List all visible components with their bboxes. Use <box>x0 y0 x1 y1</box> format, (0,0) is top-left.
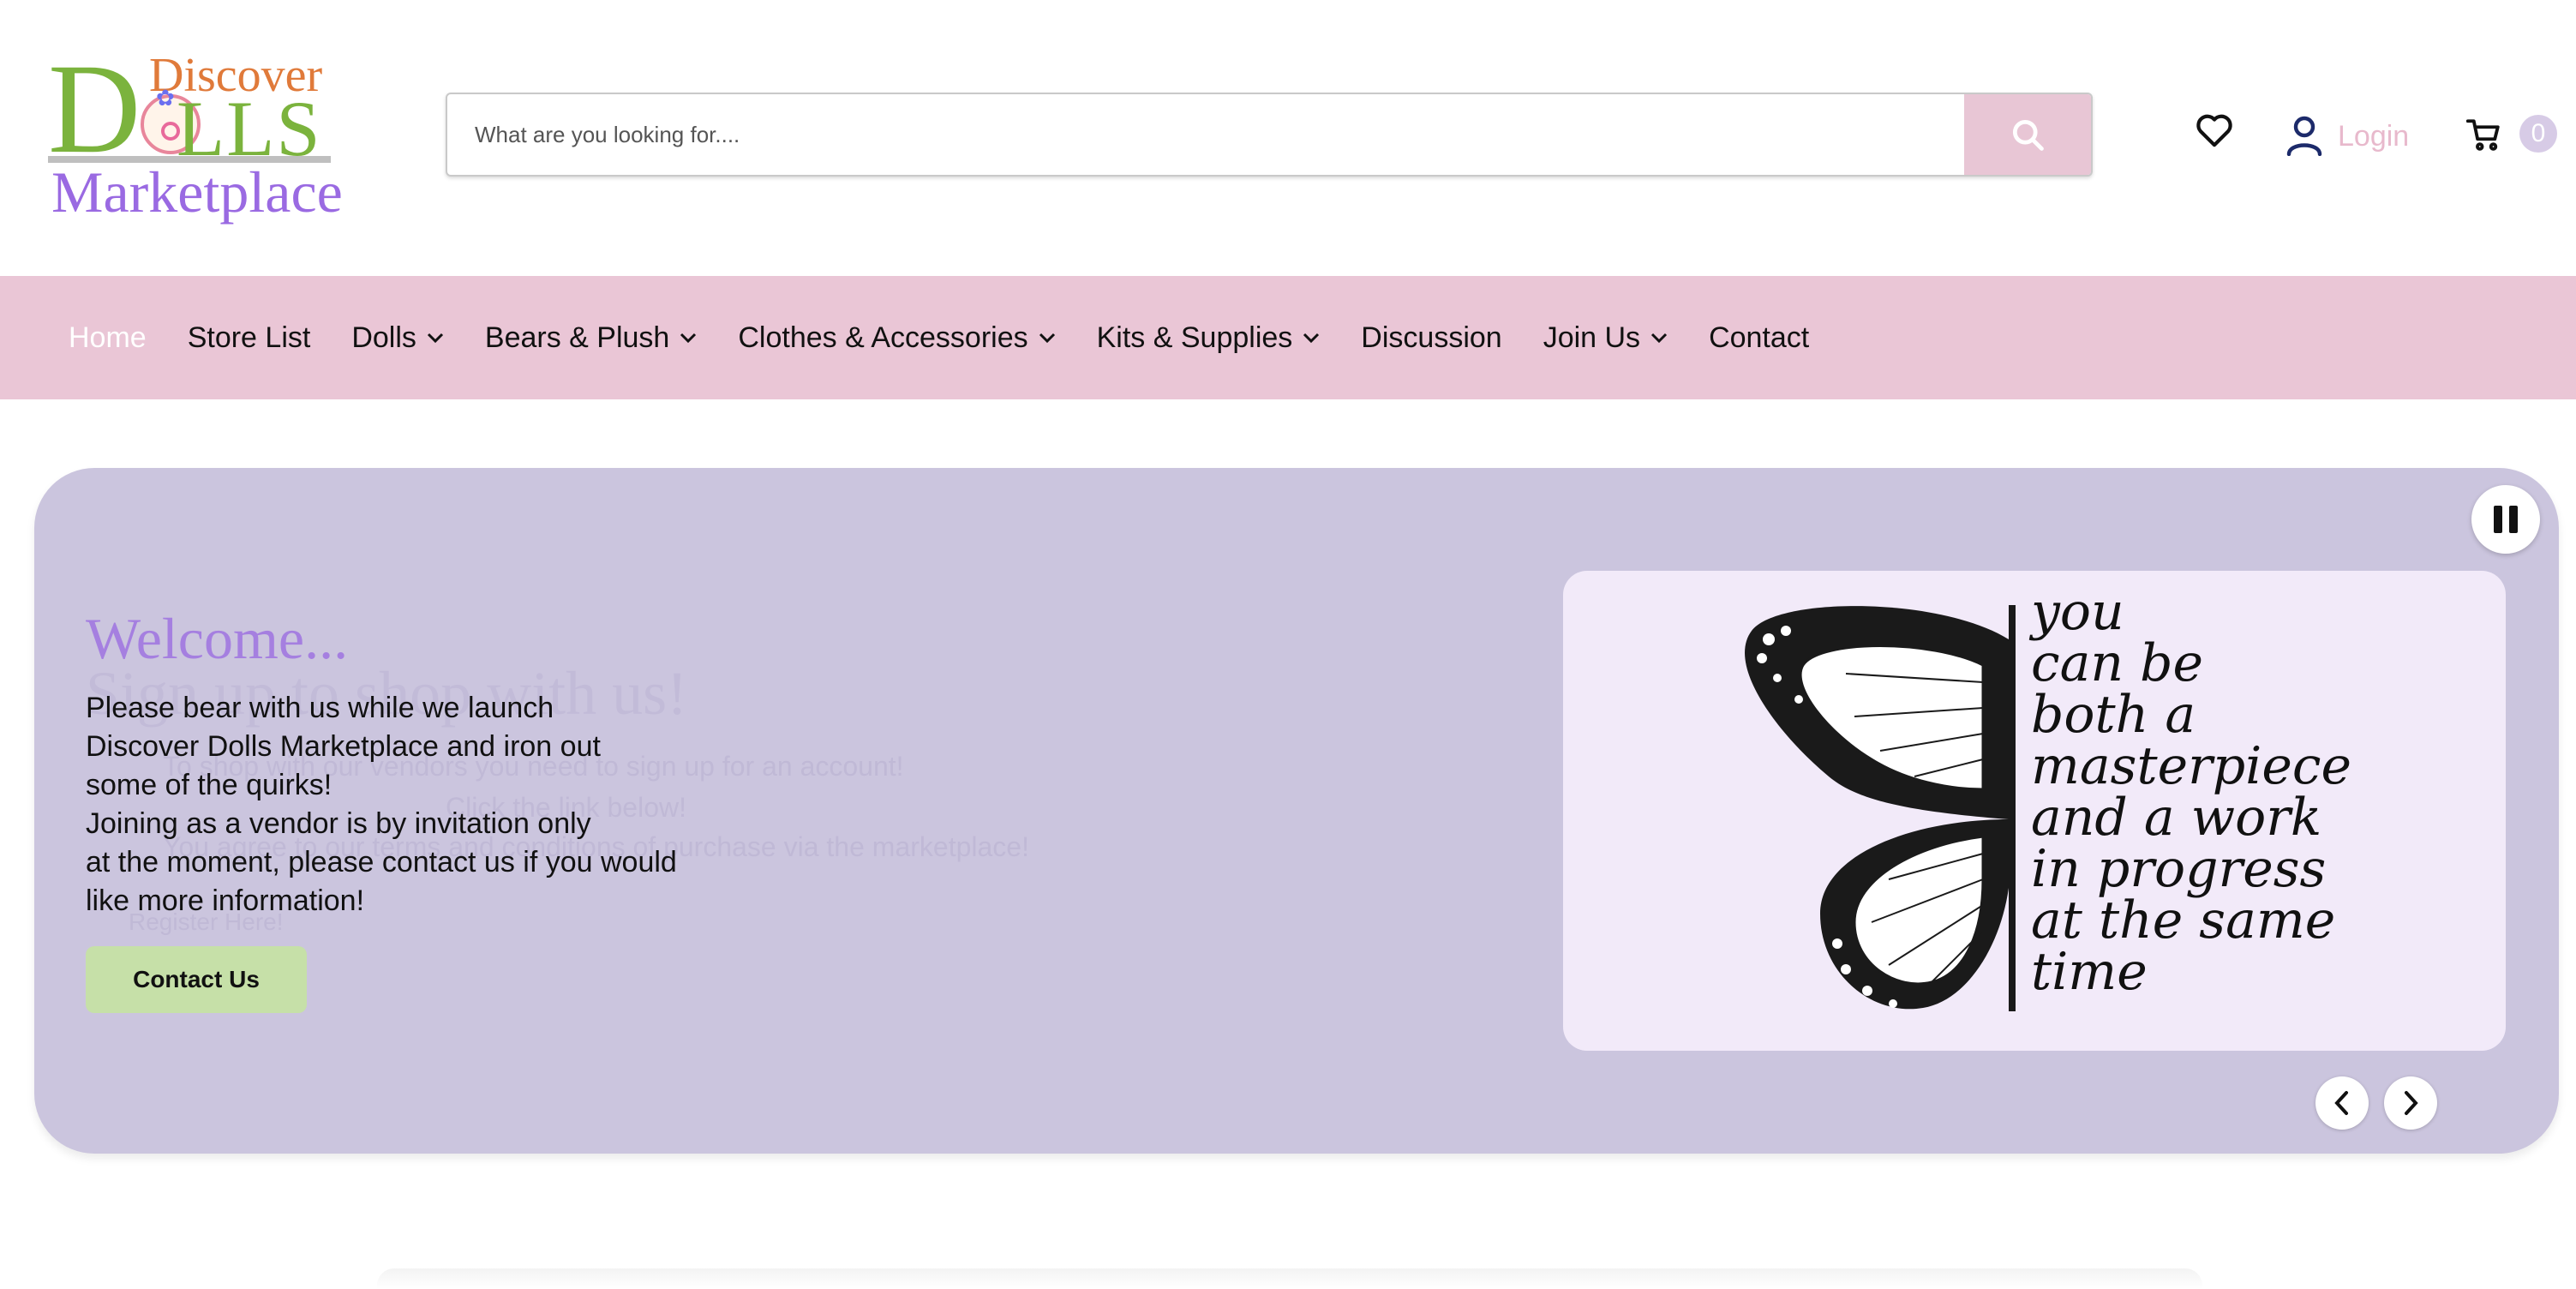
hero-text-line: Joining as a vendor is by invitation onl… <box>86 807 591 840</box>
nav-item-label: Bears & Plush <box>484 321 670 354</box>
nav-item-label: Home <box>69 321 147 354</box>
nav-item-bears-plush[interactable]: Bears & Plush <box>485 321 697 355</box>
cart-button[interactable] <box>2463 113 2506 156</box>
contact-us-button[interactable]: Contact Us <box>86 946 307 1013</box>
quote-line: masterpiece <box>2031 736 2351 796</box>
hero-text-line: at the moment, please contact us if you … <box>86 846 677 878</box>
hero-text-line: Discover Dolls Marketplace and iron out <box>86 730 601 763</box>
slide-image: you can be both a masterpiece and a work… <box>1563 571 2506 1051</box>
nav-item-label: Contact <box>1709 321 1810 354</box>
cart-count-badge: 0 <box>2519 115 2557 153</box>
pause-icon-bar <box>2509 506 2518 533</box>
logo-marketplace-text: Marketplace <box>51 159 343 225</box>
nav-item-dolls[interactable]: Dolls <box>351 321 444 355</box>
carousel-prev-button[interactable] <box>2315 1076 2369 1130</box>
chevron-down-icon <box>680 333 697 344</box>
search-bar <box>446 93 2093 177</box>
pause-icon <box>2494 506 2502 533</box>
logo-letter-d: D <box>48 38 141 180</box>
nav-item-home[interactable]: Home <box>69 321 147 355</box>
chevron-right-icon <box>2405 1091 2418 1115</box>
hero-text-line: Please bear with us while we launch <box>86 692 554 724</box>
login-link[interactable]: Login <box>2338 120 2409 153</box>
chevron-down-icon <box>1303 333 1320 344</box>
nav-item-label: Store List <box>187 321 311 354</box>
quote-line: time <box>2031 942 2148 1002</box>
nav-item-join-us[interactable]: Join Us <box>1543 321 1668 355</box>
carousel-pause-button[interactable] <box>2471 485 2540 554</box>
nav-item-contact[interactable]: Contact <box>1709 321 1809 355</box>
quote-line: at the same <box>2031 890 2336 950</box>
user-icon <box>2286 116 2322 156</box>
nav-item-label: Discussion <box>1361 321 1502 354</box>
nav-item-label: Clothes & Accessories <box>738 321 1028 354</box>
slide-quote: you can be both a masterpiece and a work… <box>2031 586 2351 998</box>
hero-text-line: like more information! <box>86 884 365 917</box>
logo[interactable]: D Discover ✿ LLS Marketplace <box>48 45 343 226</box>
quote-line: and a work <box>2031 788 2322 848</box>
nav-item-store-list[interactable]: Store List <box>188 321 311 355</box>
main-nav: Home Store List Dolls Bears & Plush Clot… <box>0 276 2576 399</box>
carousel-next-button[interactable] <box>2384 1076 2437 1130</box>
nav-item-kits-supplies[interactable]: Kits & Supplies <box>1097 321 1321 355</box>
chevron-down-icon <box>427 333 443 344</box>
nav-item-label: Dolls <box>351 321 416 354</box>
hero-title: Welcome... <box>86 606 349 671</box>
search-icon <box>2012 119 2044 151</box>
butterfly-icon <box>1745 606 2009 1010</box>
chevron-down-icon <box>1039 333 1055 344</box>
hero-text: Please bear with us while we launch Disc… <box>86 689 788 920</box>
hero-carousel: Sign up to shop with us! To shop with ou… <box>34 468 2559 1154</box>
wishlist-button[interactable] <box>2190 106 2238 154</box>
search-button[interactable] <box>1964 94 2091 175</box>
hero-text-line: some of the quirks! <box>86 769 332 801</box>
next-section-edge <box>377 1268 2202 1289</box>
nav-item-clothes-accessories[interactable]: Clothes & Accessories <box>738 321 1055 355</box>
quote-line: you <box>2031 582 2124 642</box>
quote-line: in progress <box>2031 839 2327 899</box>
chevron-left-icon <box>2334 1091 2348 1115</box>
chevron-down-icon <box>1651 333 1668 344</box>
nav-item-discussion[interactable]: Discussion <box>1361 321 1501 355</box>
search-input[interactable] <box>447 94 1968 175</box>
nav-item-label: Kits & Supplies <box>1096 321 1293 354</box>
account-button[interactable] <box>2283 111 2326 159</box>
quote-divider <box>2009 605 2016 1011</box>
cart-icon <box>2466 119 2500 151</box>
quote-line: can be <box>2031 633 2204 693</box>
quote-line: both a <box>2031 685 2196 745</box>
heart-icon <box>2196 114 2232 147</box>
site-header: D Discover ✿ LLS Marketplace Login 0 <box>0 0 2576 276</box>
nav-item-label: Join Us <box>1543 321 1641 354</box>
